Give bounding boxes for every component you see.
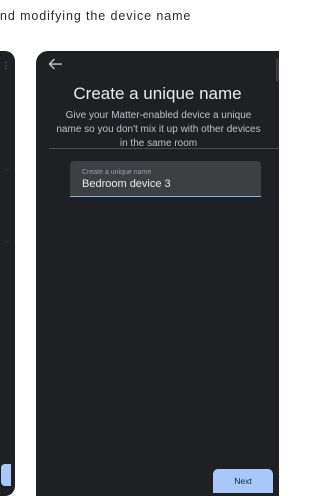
more-vert-icon[interactable]: · · · [4,58,8,73]
previous-phone-screen: · · · [0,51,15,496]
previous-next-button[interactable] [1,464,11,486]
field-value[interactable]: Bedroom device 3 [82,178,171,190]
divider-mark [5,169,9,170]
field-label: Create a unique name [82,169,152,176]
page-title: Create a unique name [73,84,242,103]
page-subtitle: Give your Matter-enabled device a unique… [56,110,261,149]
page: nd modifying the device name · · · Create … [0,0,279,496]
phone-screen: Create a unique name Give your Matter-en… [36,51,279,496]
divider-mark [5,241,9,242]
next-button[interactable]: Next [213,469,273,493]
arrow-back-icon[interactable] [44,53,66,75]
edge-indicator [276,59,279,81]
divider [49,148,279,149]
device-name-field[interactable]: Create a unique name Bedroom device 3 [70,161,261,197]
caption-text: nd modifying the device name [0,9,192,23]
